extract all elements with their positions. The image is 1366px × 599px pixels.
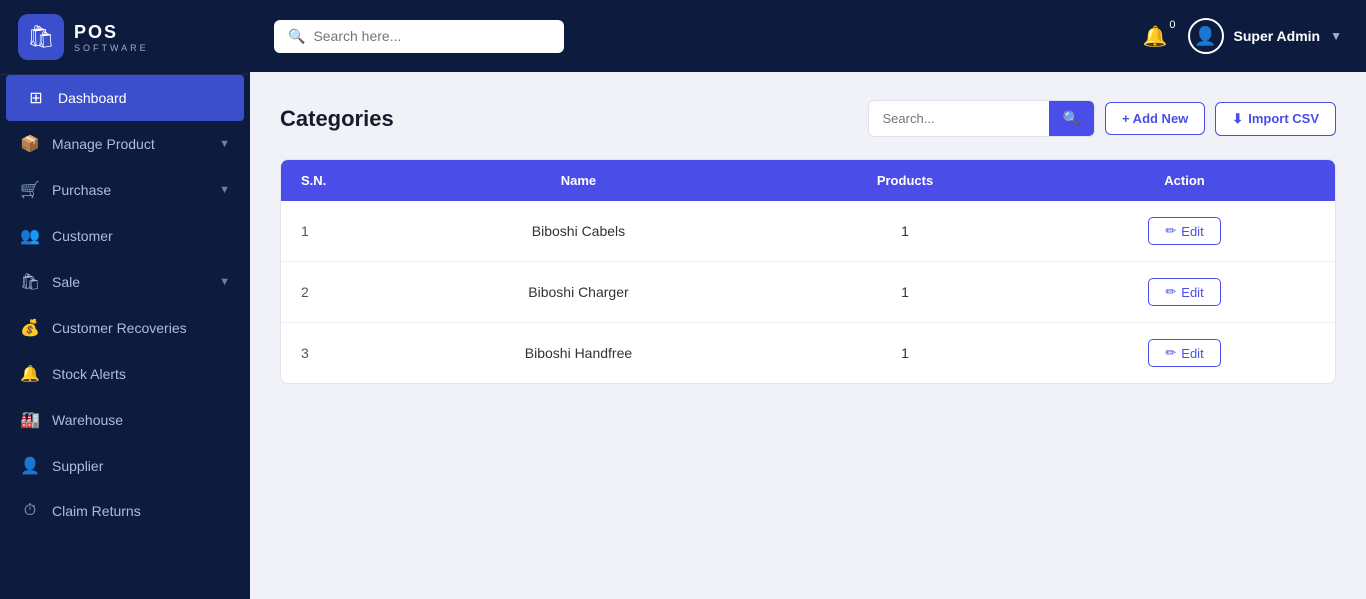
nav-list: ⊞ Dashboard 📦 Manage Product ▼ 🛒 Purchas… <box>0 75 250 533</box>
topbar-search-input[interactable] <box>313 28 550 44</box>
sidebar-label-claim-returns: Claim Returns <box>52 503 141 519</box>
user-name-label: Super Admin <box>1234 28 1321 44</box>
sidebar-item-stock-alerts[interactable]: 🔔 Stock Alerts <box>0 351 250 397</box>
col-sn: S.N. <box>281 160 381 201</box>
cell-products: 1 <box>776 201 1034 262</box>
table-body: 1 Biboshi Cabels 1 ✏ Edit 2 Biboshi Char… <box>281 201 1335 383</box>
sidebar-item-manage-product[interactable]: 📦 Manage Product ▼ <box>0 121 250 167</box>
chevron-icon-purchase: ▼ <box>219 184 230 196</box>
cell-sn: 3 <box>281 323 381 384</box>
col-name: Name <box>381 160 776 201</box>
sidebar-label-warehouse: Warehouse <box>52 412 123 428</box>
sidebar-icon-sale: 🛍 <box>20 272 40 292</box>
sidebar-item-claim-returns[interactable]: ⏱ Claim Returns <box>0 489 250 533</box>
sidebar-icon-stock-alerts: 🔔 <box>20 364 40 384</box>
sidebar-label-customer-recoveries: Customer Recoveries <box>52 320 187 336</box>
cell-name: Biboshi Handfree <box>381 323 776 384</box>
avatar: 👤 <box>1188 18 1224 54</box>
cell-name: Biboshi Charger <box>381 262 776 323</box>
topbar: 🔍 🔔 0 👤 Super Admin ▼ <box>250 0 1366 72</box>
add-new-button[interactable]: + Add New <box>1105 102 1205 135</box>
edit-icon-3: ✏ <box>1165 345 1176 361</box>
sidebar-label-stock-alerts: Stock Alerts <box>52 366 126 382</box>
table-row: 3 Biboshi Handfree 1 ✏ Edit <box>281 323 1335 384</box>
header-actions: 🔍 + Add New ⬇ Import CSV <box>868 100 1336 137</box>
sidebar-icon-purchase: 🛒 <box>20 180 40 200</box>
sidebar-icon-dashboard: ⊞ <box>26 88 46 108</box>
categories-table: S.N. Name Products Action 1 Biboshi Cabe… <box>281 160 1335 383</box>
table-search-input[interactable] <box>869 103 1049 134</box>
col-products: Products <box>776 160 1034 201</box>
cell-sn: 2 <box>281 262 381 323</box>
logo-icon: 🛍 <box>18 14 64 60</box>
topbar-search-icon: 🔍 <box>288 28 305 45</box>
col-action: Action <box>1034 160 1335 201</box>
sidebar-icon-warehouse: 🏭 <box>20 410 40 430</box>
logo-text: POS SOFTWARE <box>74 22 149 53</box>
sidebar-icon-manage-product: 📦 <box>20 134 40 154</box>
edit-button-1[interactable]: ✏ Edit <box>1148 217 1220 245</box>
cell-action: ✏ Edit <box>1034 201 1335 262</box>
table-search-button[interactable]: 🔍 <box>1049 101 1094 136</box>
notification-bell[interactable]: 🔔 0 <box>1143 24 1168 49</box>
logo-subtitle: SOFTWARE <box>74 43 149 53</box>
sidebar-label-sale: Sale <box>52 274 80 290</box>
categories-table-wrap: S.N. Name Products Action 1 Biboshi Cabe… <box>280 159 1336 384</box>
user-info[interactable]: 👤 Super Admin ▼ <box>1188 18 1343 54</box>
chevron-icon-sale: ▼ <box>219 276 230 288</box>
edit-button-3[interactable]: ✏ Edit <box>1148 339 1220 367</box>
chevron-icon-manage-product: ▼ <box>219 138 230 150</box>
sidebar-item-warehouse[interactable]: 🏭 Warehouse <box>0 397 250 443</box>
sidebar-item-purchase[interactable]: 🛒 Purchase ▼ <box>0 167 250 213</box>
sidebar-icon-customer: 👥 <box>20 226 40 246</box>
import-icon: ⬇ <box>1232 111 1243 127</box>
cell-action: ✏ Edit <box>1034 262 1335 323</box>
cell-products: 1 <box>776 262 1034 323</box>
table-header: S.N. Name Products Action <box>281 160 1335 201</box>
sidebar-item-sale[interactable]: 🛍 Sale ▼ <box>0 259 250 305</box>
sidebar-label-dashboard: Dashboard <box>58 90 127 106</box>
edit-button-2[interactable]: ✏ Edit <box>1148 278 1220 306</box>
content-header: Categories 🔍 + Add New ⬇ Import CSV <box>280 100 1336 137</box>
table-search-box: 🔍 <box>868 100 1095 137</box>
sidebar-label-purchase: Purchase <box>52 182 111 198</box>
sidebar-label-manage-product: Manage Product <box>52 136 155 152</box>
cell-action: ✏ Edit <box>1034 323 1335 384</box>
import-label: Import CSV <box>1248 111 1319 126</box>
logo-area: 🛍 POS SOFTWARE <box>0 0 250 75</box>
topbar-search-box: 🔍 <box>274 20 564 53</box>
page-title: Categories <box>280 106 394 132</box>
sidebar-icon-supplier: 👤 <box>20 456 40 476</box>
notification-count: 0 <box>1169 19 1175 31</box>
edit-icon-2: ✏ <box>1165 284 1176 300</box>
sidebar-item-customer-recoveries[interactable]: 💰 Customer Recoveries <box>0 305 250 351</box>
content-area: Categories 🔍 + Add New ⬇ Import CSV S.N. <box>250 72 1366 599</box>
cell-sn: 1 <box>281 201 381 262</box>
main-area: 🔍 🔔 0 👤 Super Admin ▼ Categories 🔍 <box>250 0 1366 599</box>
sidebar-item-customer[interactable]: 👥 Customer <box>0 213 250 259</box>
logo-title: POS <box>74 22 149 43</box>
sidebar-item-dashboard[interactable]: ⊞ Dashboard <box>6 75 244 121</box>
sidebar-label-customer: Customer <box>52 228 113 244</box>
sidebar-icon-claim-returns: ⏱ <box>20 502 40 520</box>
sidebar-item-supplier[interactable]: 👤 Supplier <box>0 443 250 489</box>
edit-icon-1: ✏ <box>1165 223 1176 239</box>
sidebar-icon-customer-recoveries: 💰 <box>20 318 40 338</box>
user-chevron-icon: ▼ <box>1330 29 1342 43</box>
table-row: 1 Biboshi Cabels 1 ✏ Edit <box>281 201 1335 262</box>
sidebar-label-supplier: Supplier <box>52 458 103 474</box>
import-csv-button[interactable]: ⬇ Import CSV <box>1215 102 1336 136</box>
topbar-right: 🔔 0 👤 Super Admin ▼ <box>1143 18 1342 54</box>
cell-products: 1 <box>776 323 1034 384</box>
sidebar: 🛍 POS SOFTWARE ⊞ Dashboard 📦 Manage Prod… <box>0 0 250 599</box>
table-row: 2 Biboshi Charger 1 ✏ Edit <box>281 262 1335 323</box>
cell-name: Biboshi Cabels <box>381 201 776 262</box>
